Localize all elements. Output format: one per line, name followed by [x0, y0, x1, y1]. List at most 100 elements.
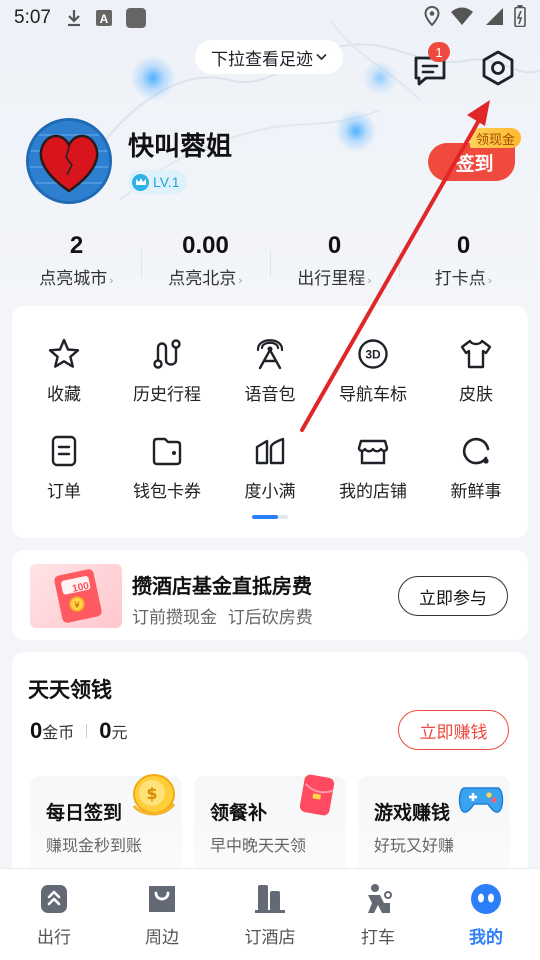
earn-now-button[interactable]: 立即赚钱: [398, 710, 509, 750]
status-bar: 5:07 A: [0, 0, 540, 36]
chevron-right-icon: ›: [238, 274, 243, 287]
page-indicator-active: [252, 515, 278, 519]
stat-mileage[interactable]: 0 出行里程 ›: [270, 232, 399, 292]
nearby-icon: [149, 886, 175, 912]
battery-icon: [514, 4, 526, 32]
username: 快叫蓉姐: [128, 132, 233, 162]
tab-nearby[interactable]: 周边: [108, 869, 216, 960]
page-indicator: [252, 515, 288, 519]
coin-balance: 0 金币 0 元: [30, 718, 128, 744]
tab-label: 周边: [145, 928, 179, 948]
grid-item-car-icon[interactable]: 3D 导航车标: [321, 336, 425, 405]
tab-label: 打车: [361, 928, 395, 948]
wifi-icon: [450, 6, 474, 31]
gamepad-icon: [458, 787, 504, 813]
map-glow-dot: [362, 60, 398, 96]
chevron-right-icon: ›: [367, 274, 372, 287]
feature-grid: 收藏 历史行程 语音包 3D 导航车标 皮肤 订单 钱包卡券 度小满 我的店铺 …: [12, 306, 528, 538]
map-glow-dot: [335, 110, 377, 152]
tab-taxi[interactable]: 打车: [324, 869, 432, 960]
tab-label: 出行: [37, 928, 71, 948]
tab-label: 我的: [469, 928, 503, 948]
daily-title: 天天领钱: [28, 678, 112, 702]
cash-tag: 领现金: [470, 128, 522, 148]
bottom-nav: 出行 周边 订酒店 打车 我的: [0, 868, 540, 960]
grid-item-label: 导航车标: [339, 385, 407, 405]
grid-item-news[interactable]: 新鲜事: [424, 433, 528, 502]
travel-icon: [41, 885, 67, 913]
grid-item-voice[interactable]: 语音包: [218, 336, 322, 405]
a-box-icon: A: [95, 9, 113, 27]
signin-button[interactable]: 签到: [428, 143, 515, 181]
pull-to-view-footprint[interactable]: 下拉查看足迹: [195, 40, 343, 74]
task-title: 领餐补: [210, 802, 268, 824]
svg-text:3D: 3D: [365, 348, 381, 362]
grid-item-label: 我的店铺: [339, 482, 407, 502]
grid-item-duxiaoman[interactable]: 度小满: [218, 433, 322, 502]
tab-label: 订酒店: [244, 928, 296, 948]
message-badge: 1: [428, 42, 450, 62]
hotel-icon: [255, 885, 285, 913]
tab-travel[interactable]: 出行: [0, 869, 108, 960]
svg-text:$: $: [146, 784, 157, 803]
map-glow-dot: [130, 55, 176, 101]
task-subtitle: 早中晚天天领: [210, 836, 307, 855]
stat-checkin-points[interactable]: 0 打卡点 ›: [399, 232, 528, 292]
grid-item-my-store[interactable]: 我的店铺: [321, 433, 425, 502]
wallet-icon: [152, 437, 182, 466]
level-label: LV.1: [153, 174, 180, 190]
stats-row: 2 点亮城市 › 0.00 点亮北京 › 0 出行里程 › 0 打卡点 ›: [12, 232, 528, 292]
grid-item-wallet[interactable]: 钱包卡券: [115, 433, 219, 502]
level-badge[interactable]: LV.1: [128, 170, 188, 194]
stat-lit-beijing[interactable]: 0.00 点亮北京 ›: [141, 232, 270, 292]
tab-mine[interactable]: 我的: [432, 869, 540, 960]
daily-money-card: 天天领钱 0 金币 0 元 立即赚钱 每日签到 赚现金秒到账 $ 领餐补 早中晚…: [12, 652, 528, 892]
hotel-banner-subtitle: 订前攒现金 订后砍房费: [132, 608, 313, 628]
grid-item-label: 钱包卡券: [133, 482, 201, 502]
grid-item-favorites[interactable]: 收藏: [12, 336, 116, 405]
stat-value: 0.00: [182, 232, 229, 259]
location-icon: [424, 5, 440, 31]
grid-item-label: 语音包: [244, 385, 296, 405]
status-time: 5:07: [14, 7, 51, 28]
heart-avatar-image: [29, 121, 109, 201]
hotel-promo-image: 100 ¥: [30, 564, 122, 628]
svg-text:¥: ¥: [74, 601, 80, 611]
shirt-icon: [460, 339, 492, 369]
avatar[interactable]: [26, 118, 112, 204]
order-icon: [51, 435, 77, 467]
chevron-right-icon: ›: [487, 274, 493, 287]
download-icon: [65, 8, 83, 28]
cash-unit: 元: [111, 723, 128, 742]
task-title: 每日签到: [46, 802, 123, 824]
hotel-fund-banner[interactable]: 100 ¥ 攒酒店基金直抵房费 订前攒现金 订后砍房费 立即参与: [12, 550, 528, 640]
divider: [86, 724, 88, 738]
stat-label: 点亮城市: [39, 269, 108, 289]
settings-button[interactable]: [478, 48, 518, 88]
stat-lit-cities[interactable]: 2 点亮城市 ›: [12, 232, 141, 292]
task-subtitle: 好玩又好赚: [374, 836, 455, 855]
coin-icon: $: [132, 774, 176, 816]
task-subtitle: 赚现金秒到账: [46, 836, 143, 855]
grid-item-orders[interactable]: 订单: [12, 433, 116, 502]
stat-value: 2: [69, 232, 84, 259]
grid-item-skin[interactable]: 皮肤: [424, 336, 528, 405]
task-title: 游戏赚钱: [374, 802, 451, 824]
grid-item-label: 新鲜事: [450, 482, 502, 502]
grid-item-history[interactable]: 历史行程: [115, 336, 219, 405]
mine-icon: [471, 884, 501, 914]
pull-hint-label: 下拉查看足迹: [211, 49, 313, 70]
join-now-button[interactable]: 立即参与: [398, 576, 508, 616]
svg-text:A: A: [100, 12, 109, 26]
store-icon: [357, 439, 389, 465]
taxi-icon: [368, 884, 392, 913]
grid-item-label: 度小满: [244, 482, 296, 502]
news-icon: [462, 437, 490, 465]
stat-label: 点亮北京: [168, 269, 237, 289]
chevron-down-icon: [316, 50, 327, 64]
voice-icon: [256, 339, 284, 370]
tab-hotel[interactable]: 订酒店: [216, 869, 324, 960]
grid-item-label: 订单: [47, 482, 81, 502]
grid-item-label: 收藏: [47, 385, 81, 405]
stat-value: 0: [327, 232, 342, 259]
